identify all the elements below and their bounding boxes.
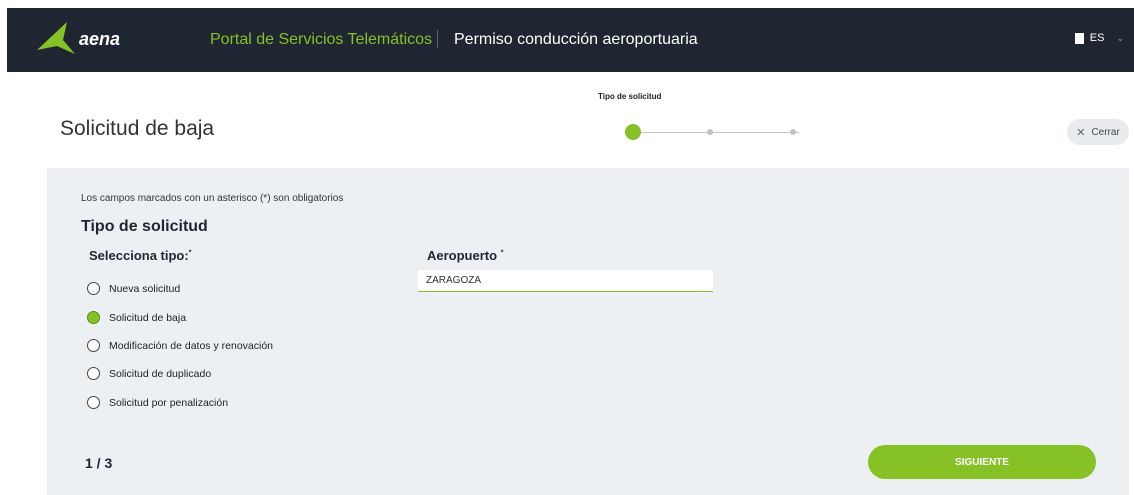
section-title: Permiso conducción aeroportuaria <box>454 31 698 48</box>
radio-button[interactable] <box>87 282 100 295</box>
form-section-title: Tipo de solicitud <box>81 218 208 235</box>
step-1-indicator <box>625 124 641 140</box>
step-label: Tipo de solicitud <box>598 92 662 101</box>
language-selector[interactable]: ES ⌄ <box>1074 32 1124 44</box>
radio-label: Solicitud de duplicado <box>109 367 212 380</box>
radio-option-nueva[interactable]: Nueva solicitud <box>87 282 180 295</box>
radio-label: Solicitud de baja <box>109 311 187 324</box>
radio-option-penalizacion[interactable]: Solicitud por penalización <box>87 396 228 409</box>
radio-label: Nueva solicitud <box>109 282 181 295</box>
progress-stepper <box>625 124 800 140</box>
radio-button-selected[interactable] <box>87 311 100 324</box>
radio-option-modificacion[interactable]: Modificación de datos y renovación <box>87 339 273 352</box>
brand-name: aena <box>79 29 121 49</box>
next-button[interactable]: SIGUIENTE <box>868 445 1096 479</box>
radio-button[interactable] <box>87 396 100 409</box>
radio-option-duplicado[interactable]: Solicitud de duplicado <box>87 367 211 380</box>
page-indicator: 1 / 3 <box>85 455 113 471</box>
radio-button[interactable] <box>87 367 100 380</box>
flag-icon <box>1074 32 1084 44</box>
close-label: Cerrar <box>1091 126 1120 138</box>
airport-label: Aeropuerto * <box>427 248 504 263</box>
radio-label: Modificación de datos y renovación <box>109 339 274 352</box>
top-bar: aena Portal de Servicios Telemáticos Per… <box>7 8 1134 72</box>
radio-label: Solicitud por penalización <box>109 396 229 409</box>
required-fields-note: Los campos marcados con un asterisco (*)… <box>81 193 344 204</box>
step-3-indicator <box>790 129 796 135</box>
header-divider <box>437 30 438 48</box>
page-title: Solicitud de baja <box>60 117 215 140</box>
language-code: ES <box>1089 32 1105 44</box>
airport-input[interactable] <box>418 270 713 292</box>
portal-title[interactable]: Portal de Servicios Telemáticos <box>210 31 432 49</box>
close-button[interactable]: ✕ Cerrar <box>1067 119 1129 145</box>
stepper-line <box>639 132 799 133</box>
type-label: Selecciona tipo:* <box>89 248 192 263</box>
form-panel: Los campos marcados con un asterisco (*)… <box>47 168 1129 495</box>
radio-option-baja[interactable]: Solicitud de baja <box>87 311 186 324</box>
close-icon: ✕ <box>1076 126 1086 139</box>
radio-button[interactable] <box>87 339 100 352</box>
chevron-down-icon: ⌄ <box>1116 32 1124 43</box>
step-2-indicator <box>707 129 713 135</box>
